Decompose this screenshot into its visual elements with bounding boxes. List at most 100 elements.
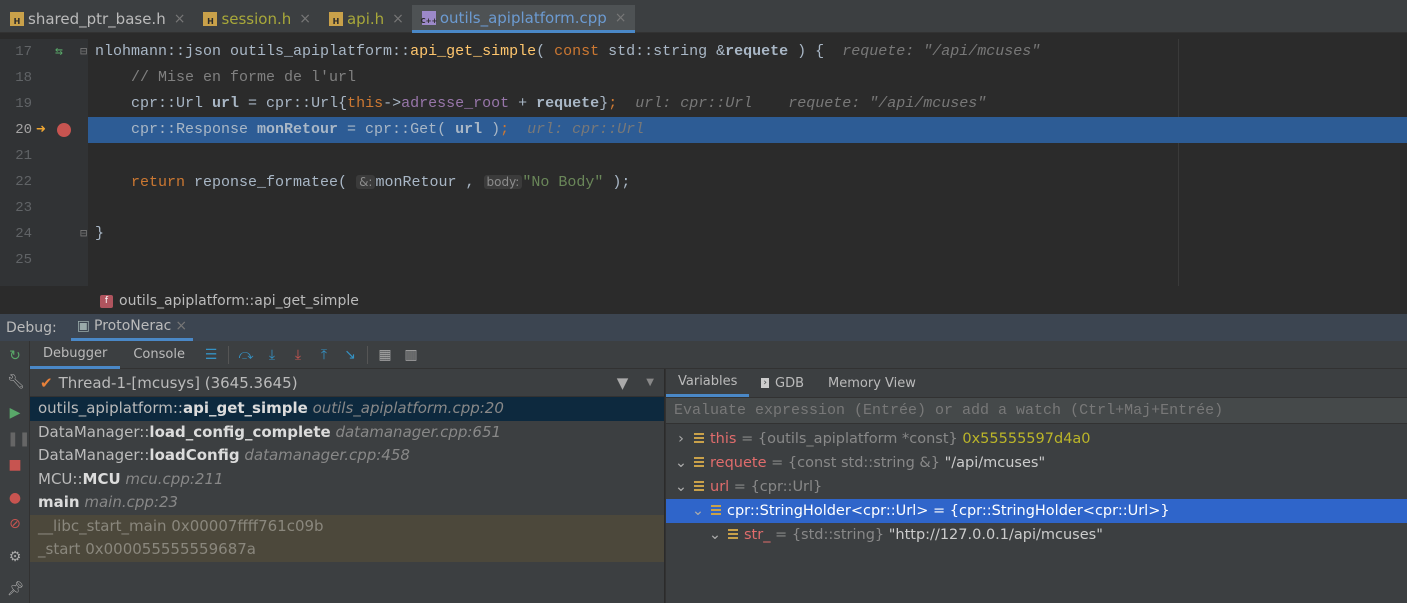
close-icon[interactable]: ×: [175, 318, 187, 334]
code-text[interactable]: return reponse_formatee( &: monRetour , b…: [88, 169, 1407, 196]
chevron-icon[interactable]: ⌄: [708, 523, 722, 547]
chevron-down-icon[interactable]: ▼: [646, 377, 654, 388]
line-number[interactable]: 22: [8, 169, 32, 195]
pause-icon[interactable]: ❚❚: [7, 431, 30, 447]
line-number[interactable]: 25: [8, 247, 32, 273]
chevron-icon[interactable]: ⌄: [691, 499, 705, 523]
tab-gdb[interactable]: › GDB: [749, 369, 816, 397]
line-number[interactable]: 19: [8, 91, 32, 117]
editor-tab[interactable]: Hapi.h ×: [319, 5, 412, 33]
frame-function: main: [38, 493, 80, 511]
stack-frame[interactable]: _start 0x000055555559687a: [30, 538, 664, 562]
variable-row[interactable]: ⌄ str_ = {std::string} "http://127.0.0.1/…: [666, 523, 1407, 547]
step-over-icon[interactable]: ⤼: [233, 347, 259, 363]
variable-row[interactable]: ⌄ url = {cpr::Url}: [666, 475, 1407, 499]
evaluate-expression-icon[interactable]: ▦: [372, 347, 398, 363]
variable-type: {outils_apiplatform *const}: [757, 431, 958, 447]
variables-tabs: Variables › GDB Memory View: [666, 369, 1407, 397]
tab-memory-view[interactable]: Memory View: [816, 369, 928, 397]
breadcrumb-function[interactable]: outils_apiplatform::api_get_simple: [119, 293, 359, 309]
resume-icon[interactable]: ▶: [7, 405, 23, 421]
code-token: // Mise en forme de l'url: [95, 69, 357, 86]
code-line[interactable]: 19 cpr::Url url = cpr::Url{this->adresse…: [0, 91, 1407, 117]
variable-value: "http://127.0.0.1/api/mcuses": [888, 527, 1103, 543]
line-number[interactable]: 23: [8, 195, 32, 221]
variable-row[interactable]: ⌄ requete = {const std::string &} "/api/m…: [666, 451, 1407, 475]
code-line[interactable]: 25: [0, 247, 1407, 273]
tab-label: GDB: [775, 375, 805, 391]
code-line[interactable]: 18 // Mise en forme de l'url: [0, 65, 1407, 91]
breadcrumb[interactable]: f outils_apiplatform::api_get_simple: [0, 288, 1407, 314]
field-icon: [694, 457, 704, 467]
check-icon: ✔: [40, 373, 53, 392]
view-breakpoints-icon[interactable]: ●: [7, 490, 23, 506]
code-line[interactable]: 22 return reponse_formatee( &: monRetour …: [0, 169, 1407, 195]
override-arrows-icon[interactable]: ⇆: [55, 39, 63, 65]
close-icon[interactable]: ×: [299, 11, 311, 27]
show-execution-point-icon[interactable]: ☰: [198, 347, 224, 363]
layout-icon[interactable]: ▥: [398, 347, 424, 363]
stack-frame[interactable]: DataManager::loadConfig datamanager.cpp:…: [30, 444, 664, 468]
stack-frame[interactable]: MCU::MCU mcu.cpp:211: [30, 468, 664, 492]
force-step-into-icon[interactable]: ⤓: [285, 347, 311, 363]
wrench-icon[interactable]: 🔧︎: [7, 374, 25, 390]
chevron-icon[interactable]: ⌄: [674, 475, 688, 499]
rerun-icon[interactable]: ↻: [7, 348, 23, 364]
variable-name: cpr::StringHolder<cpr::Url>: [727, 503, 929, 519]
variable-row[interactable]: › this = {outils_apiplatform *const} 0x55…: [666, 427, 1407, 451]
fold-icon[interactable]: ⊟: [80, 221, 87, 247]
editor-tab[interactable]: Hshared_ptr_base.h ×: [0, 5, 193, 33]
stop-icon[interactable]: ■: [7, 457, 23, 473]
code-editor[interactable]: 17 nlohmann::json outils_apiplatform::api…: [0, 39, 1407, 286]
line-number[interactable]: 21: [8, 143, 32, 169]
variable-row[interactable]: ⌄ cpr::StringHolder<cpr::Url> = {cpr::Str…: [666, 499, 1407, 523]
filter-icon[interactable]: ▼: [617, 374, 629, 392]
code-text[interactable]: // Mise en forme de l'url: [88, 65, 1407, 91]
mute-breakpoints-icon[interactable]: ⊘: [7, 516, 23, 532]
stack-frame[interactable]: main main.cpp:23: [30, 491, 664, 515]
tab-console[interactable]: Console: [120, 341, 198, 369]
fold-icon[interactable]: ⊟: [80, 39, 87, 65]
line-number[interactable]: 17: [8, 39, 32, 65]
chevron-icon[interactable]: ›: [674, 427, 688, 451]
line-number[interactable]: 20: [8, 117, 32, 143]
stack-frame[interactable]: __libc_start_main 0x00007ffff761c09b: [30, 514, 664, 538]
evaluate-expression-input[interactable]: Evaluate expression (Entrée) or add a wa…: [666, 397, 1407, 424]
code-token: ) {: [788, 43, 843, 60]
code-text[interactable]: cpr::Url url = cpr::Url{this->adresse_ro…: [88, 91, 1407, 117]
terminal-icon: ›: [761, 378, 770, 388]
editor-tab[interactable]: C++ outils_apiplatform.cpp ×: [411, 5, 635, 33]
code-line[interactable]: 20 cpr::Response monRetour = cpr::Get( u…: [0, 117, 1407, 143]
breakpoint-icon[interactable]: [57, 123, 71, 137]
code-text[interactable]: }: [88, 221, 1407, 247]
code-line[interactable]: 17 nlohmann::json outils_apiplatform::api…: [0, 39, 1407, 65]
code-token: adresse_root: [401, 95, 510, 112]
code-text[interactable]: cpr::Response monRetour = cpr::Get( url …: [88, 117, 1407, 143]
stack-frame[interactable]: DataManager::load_config_complete datama…: [30, 421, 664, 445]
tab-variables[interactable]: Variables: [666, 369, 750, 397]
code-line[interactable]: 23: [0, 195, 1407, 221]
stack-frame[interactable]: outils_apiplatform::api_get_simple outil…: [30, 397, 664, 421]
code-token: {: [338, 95, 348, 112]
step-out-icon[interactable]: ⤒: [311, 347, 337, 363]
settings-icon[interactable]: ⚙: [7, 549, 23, 565]
chevron-icon[interactable]: ⌄: [674, 451, 688, 475]
pin-icon[interactable]: 📌︎: [7, 581, 25, 597]
close-icon[interactable]: ×: [174, 11, 186, 27]
close-icon[interactable]: ×: [615, 10, 627, 26]
run-to-cursor-icon[interactable]: ↘: [337, 347, 363, 363]
thread-selector[interactable]: ✔ Thread-1-[mcusys] (3645.3645) ▼ ▼: [30, 369, 664, 397]
tab-debugger[interactable]: Debugger: [30, 341, 121, 369]
debug-session-tab[interactable]: ▣ ProtoNerac ×: [70, 314, 194, 341]
code-line[interactable]: 24} ⊟: [0, 221, 1407, 247]
line-number[interactable]: 24: [8, 221, 32, 247]
frame-function: api_get_simple: [182, 399, 308, 417]
frame-location: outils_apiplatform.cpp:20: [312, 399, 504, 417]
function-icon: f: [100, 294, 113, 308]
step-into-icon[interactable]: ⤓: [259, 347, 285, 363]
code-line[interactable]: 21: [0, 143, 1407, 169]
editor-tab[interactable]: Hsession.h ×: [193, 5, 319, 33]
close-icon[interactable]: ×: [392, 11, 404, 27]
code-text[interactable]: nlohmann::json outils_apiplatform::api_g…: [88, 39, 1407, 65]
line-number[interactable]: 18: [8, 65, 32, 91]
